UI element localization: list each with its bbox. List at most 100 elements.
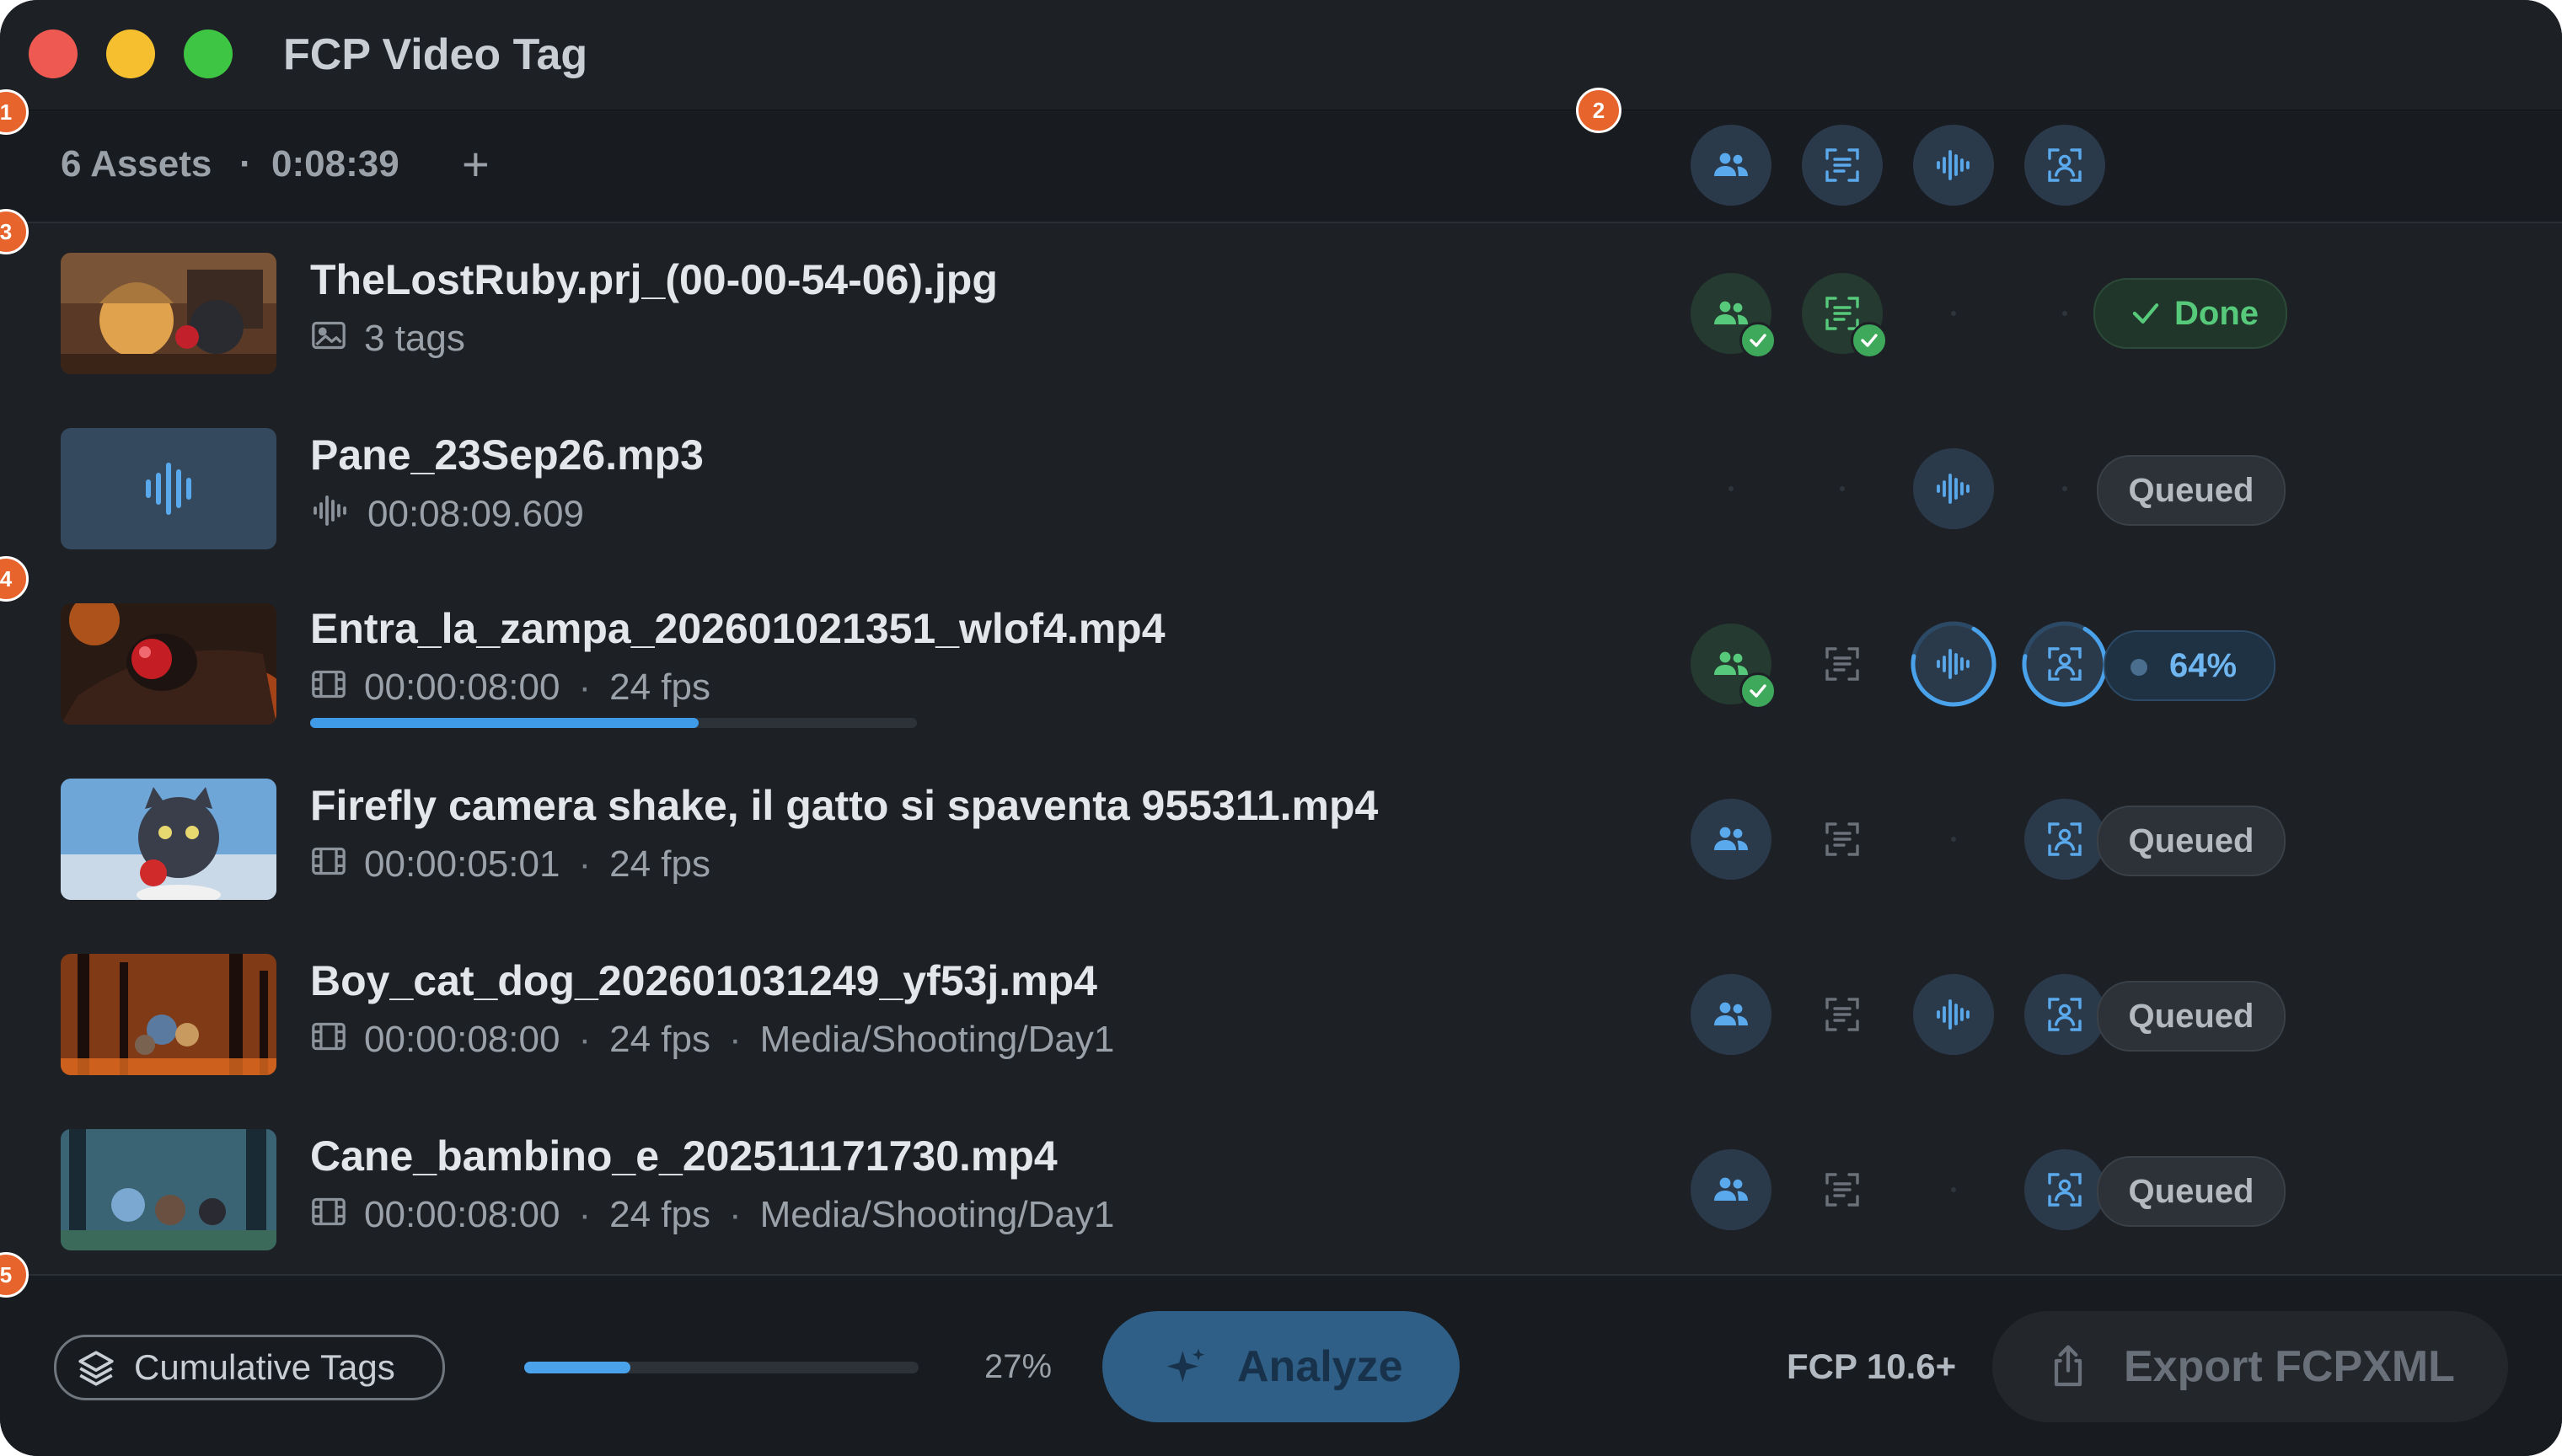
sparkle-icon <box>1166 1348 1204 1383</box>
checkmark-icon <box>2132 303 2159 324</box>
asset-row[interactable]: Entra_la_zampa_202601021351_wlof4.mp4 00:… <box>0 576 2562 752</box>
asset-row[interactable]: Firefly camera shake, il gatto si spaven… <box>0 752 2562 927</box>
asset-row[interactable]: Boy_cat_dog_202601031249_yf53j.mp4 00:00:… <box>0 927 2562 1102</box>
status-label: Done <box>2174 295 2259 332</box>
asset-meta-value: 3 tags <box>364 318 465 359</box>
analysis-person-focus-queued[interactable] <box>2024 974 2105 1055</box>
film-icon <box>310 843 347 890</box>
asset-meta: 00:00:08:00 · 24 fps · Media/Shooting/Day1 <box>310 1016 1114 1065</box>
status-badge: Queued <box>2097 806 2286 876</box>
analysis-text-scan-inactive[interactable] <box>1802 974 1883 1055</box>
asset-meta: 00:00:08:00 · 24 fps · Media/Shooting/Day1 <box>310 1191 1114 1240</box>
asset-meta-value: 24 fps <box>609 666 710 708</box>
asset-row[interactable]: TheLostRuby.prj_(00-00-54-06).jpg 3 tags D… <box>0 226 2562 401</box>
audio-waveform-icon <box>1937 474 1970 504</box>
asset-thumbnail <box>61 253 276 374</box>
spinner-ring <box>1911 621 1997 707</box>
analysis-person-focus-queued[interactable] <box>2024 799 2105 880</box>
status-label: Queued <box>2128 822 2254 859</box>
asset-thumbnail <box>61 954 276 1075</box>
text-scan-icon <box>1825 148 1859 182</box>
header-text-scan-toggle[interactable] <box>1802 125 1883 206</box>
asset-filename: TheLostRuby.prj_(00-00-54-06).jpg <box>310 256 998 303</box>
analysis-audio-waveform-queued[interactable] <box>1913 448 1994 529</box>
meta-separator: · <box>578 1019 592 1060</box>
overall-progress-label: 27% <box>984 1348 1053 1385</box>
asset-row[interactable]: Pane_23Sep26.mp3 00:08:09.609 Queued <box>0 401 2562 576</box>
text-scan-icon <box>1825 822 1859 856</box>
asset-meta-value: 00:00:08:00 <box>364 666 560 708</box>
asset-thumbnail <box>61 779 276 900</box>
analysis-not-applicable <box>1951 311 1956 316</box>
analysis-text-scan-inactive[interactable] <box>1802 799 1883 880</box>
analysis-not-applicable <box>2062 311 2067 316</box>
cumulative-tags-label: Cumulative Tags <box>134 1347 395 1387</box>
close-window-button[interactable] <box>29 29 78 78</box>
cumulative-tags-button[interactable]: Cumulative Tags <box>54 1335 445 1400</box>
total-duration: 0:08:39 <box>271 143 399 185</box>
analyze-label: Analyze <box>1237 1342 1403 1391</box>
meta-separator: · <box>728 1019 742 1060</box>
status-badge: Queued <box>2097 455 2286 526</box>
app-window: FCP Video Tag 6 Assets · 0:08:39 + TheLo… <box>0 0 2562 1456</box>
analysis-text-scan-inactive[interactable] <box>1802 624 1883 704</box>
audio-waveform-icon <box>1937 150 1970 180</box>
film-icon <box>310 1193 347 1240</box>
text-scan-icon <box>1825 647 1859 681</box>
header-faces-toggle[interactable] <box>1691 125 1771 206</box>
zoom-window-button[interactable] <box>184 29 233 78</box>
analysis-text-scan-done[interactable] <box>1802 273 1888 359</box>
asset-thumbnail <box>61 428 276 549</box>
footer-bar: Cumulative Tags 27% Analyze FCP 10.6+ Ex… <box>0 1274 2562 1456</box>
layers-icon <box>78 1351 114 1386</box>
status-label: Queued <box>2128 1173 2254 1210</box>
text-scan-icon <box>1825 998 1859 1031</box>
analysis-faces-queued[interactable] <box>1691 1149 1771 1230</box>
status-badge: Done <box>2093 278 2287 349</box>
analysis-person-focus-queued[interactable] <box>2024 1149 2105 1230</box>
analysis-faces-queued[interactable] <box>1691 974 1771 1055</box>
asset-progress-bar <box>310 718 917 728</box>
asset-meta-value: 00:00:08:00 <box>364 1194 560 1235</box>
analysis-not-applicable <box>1951 837 1956 842</box>
asset-filename: Firefly camera shake, il gatto si spaven… <box>310 782 1379 829</box>
analysis-audio-waveform-queued[interactable] <box>1913 974 1994 1055</box>
meta-separator: · <box>578 666 592 708</box>
add-assets-button[interactable]: + <box>462 139 490 190</box>
faces-icon <box>1714 1002 1748 1025</box>
image-icon <box>310 317 347 364</box>
analysis-text-scan-inactive[interactable] <box>1802 1149 1883 1230</box>
person-focus-icon <box>2048 998 2082 1031</box>
meta-separator: · <box>578 1194 592 1235</box>
asset-thumbnail <box>61 1129 276 1250</box>
header-person-focus-toggle[interactable] <box>2024 125 2105 206</box>
asset-meta: 3 tags <box>310 315 465 364</box>
analysis-audio-waveform-running[interactable] <box>1911 621 1997 707</box>
person-focus-icon <box>2048 822 2082 856</box>
status-badge: 64% <box>2104 630 2275 701</box>
overall-progress-fill <box>524 1362 631 1373</box>
faces-icon <box>1714 153 1748 176</box>
status-label: Queued <box>2128 472 2254 509</box>
asset-meta-value: 00:00:05:01 <box>364 843 560 885</box>
analyze-button[interactable]: Analyze <box>1102 1311 1460 1422</box>
minimize-window-button[interactable] <box>106 29 155 78</box>
asset-meta-value: 00:00:08:00 <box>364 1019 560 1060</box>
audio-waveform-icon <box>310 490 351 543</box>
analysis-faces-done[interactable] <box>1691 273 1777 359</box>
film-icon <box>310 1018 347 1065</box>
analysis-faces-queued[interactable] <box>1691 799 1771 880</box>
asset-filename: Cane_bambino_e_202511171730.mp4 <box>310 1132 1058 1180</box>
meta-separator: · <box>578 843 592 885</box>
assets-toolbar: 6 Assets · 0:08:39 + <box>0 110 2562 223</box>
asset-filename: Boy_cat_dog_202601031249_yf53j.mp4 <box>310 957 1097 1004</box>
faces-icon <box>1714 827 1748 850</box>
person-focus-icon <box>2048 148 2082 182</box>
export-fcpxml-button[interactable]: Export FCPXML <box>1992 1311 2508 1422</box>
header-audio-waveform-toggle[interactable] <box>1913 125 1994 206</box>
asset-meta: 00:00:05:01 · 24 fps <box>310 841 710 890</box>
asset-row[interactable]: Cane_bambino_e_202511171730.mp4 00:00:08:… <box>0 1102 2562 1277</box>
progress-dot <box>2131 659 2147 676</box>
analysis-person-focus-running[interactable] <box>2022 621 2108 707</box>
analysis-faces-done[interactable] <box>1691 624 1777 709</box>
